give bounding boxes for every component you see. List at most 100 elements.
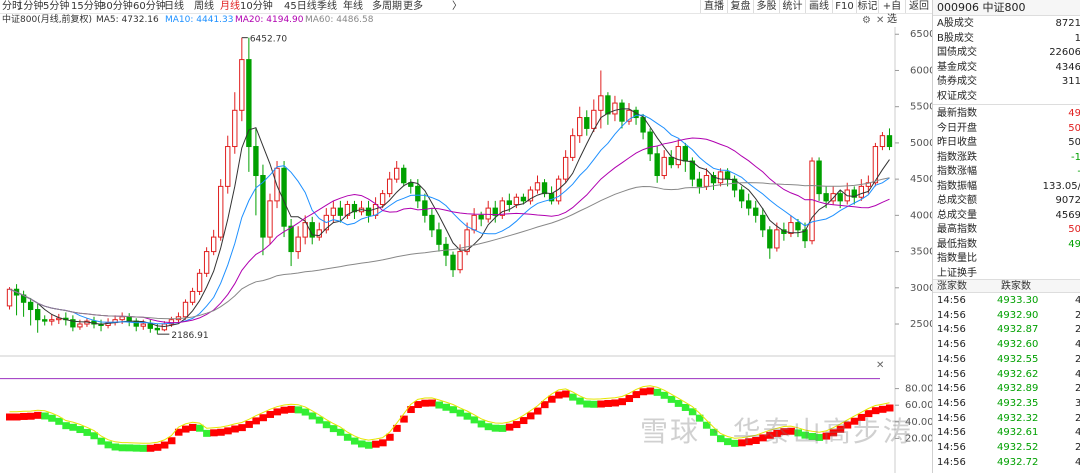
period-tab-3[interactable]: 15分钟 (71, 1, 104, 13)
candle-body (668, 156, 674, 166)
period-tab-14[interactable]: 更多 (403, 1, 423, 13)
indicator-bar (132, 444, 141, 452)
kline-chart[interactable]: 6500 6000 5500 5000 4500 4000 3500 3000 2500 6452… (0, 27, 935, 473)
quote-row: 总成交额 9072 (933, 194, 1080, 209)
tick-row: 14:56 4932.90 2 (933, 309, 1080, 322)
indicator-bar (83, 428, 91, 436)
tick-row: 14:56 4932.35 3 (933, 397, 1080, 410)
indicator-bar (519, 417, 528, 425)
period-tab-1[interactable]: 1分钟 (17, 1, 43, 13)
candle-body (429, 214, 435, 231)
indicator-bar (878, 405, 887, 413)
period-tab-8[interactable]: 月线 (220, 1, 240, 13)
indicator-bar (146, 444, 155, 452)
ma10-line (9, 114, 890, 325)
quote-row-value: 9072 (1055, 195, 1080, 206)
indicator-bar (773, 429, 781, 437)
indicator-bar (315, 416, 324, 424)
quote-row-label: 指数涨跌 (937, 151, 977, 163)
quote-row: 国债成交 22606 (933, 46, 1080, 61)
quote-row-label: 昨日收盘 (937, 137, 977, 148)
period-tab-11[interactable]: 季线 (317, 1, 337, 13)
period-tab-9[interactable]: 10分钟 (240, 1, 273, 13)
candle-body (267, 200, 273, 238)
toolbar-button-2[interactable]: 多股 (753, 0, 779, 13)
candle-body (119, 316, 125, 321)
candle-body (724, 171, 731, 180)
toolbar-button-4[interactable]: 画线 (805, 0, 832, 13)
toolbar-button-1[interactable]: 复盘 (727, 0, 753, 13)
candle-body (541, 182, 548, 195)
candle-body (379, 193, 386, 205)
toolbar-button-8[interactable]: 返回 (905, 0, 932, 13)
indicator-bar (189, 423, 197, 431)
indicator-axis-label: 80.00 (905, 384, 932, 395)
toolbar-button-6[interactable]: 标记 (856, 0, 878, 13)
indicator-bar (350, 437, 359, 445)
candle-body (422, 200, 428, 216)
tick-row: 14:56 4933.30 4 (933, 294, 1080, 307)
candle-body (239, 59, 245, 111)
indicator-bar (871, 407, 880, 415)
settings-gear-icon[interactable]: ⚙ (862, 16, 871, 26)
period-tab-4[interactable]: 30分钟 (100, 1, 133, 13)
indicator-bar (660, 391, 669, 399)
quote-row-label: 最新指数 (937, 108, 977, 119)
tick-price: 4933.30 (997, 295, 1039, 306)
indicator-bar (6, 413, 14, 421)
candle-body (401, 167, 407, 184)
quote-row-value: 4346 (1055, 61, 1080, 73)
tick-time: 14:56 (937, 339, 966, 351)
more-chevron-icon[interactable]: 〉 (452, 1, 462, 13)
tick-row: 14:56 4932.87 2 (933, 323, 1080, 336)
chart-area[interactable]: 6500 6000 5500 5000 4500 4000 3500 3000 2500 6452… (0, 27, 935, 473)
candle-body (77, 323, 83, 328)
period-tab-2[interactable]: 5分钟 (43, 1, 69, 13)
candle-body (605, 95, 611, 115)
toolbar-button-3[interactable]: 统计 (779, 0, 805, 13)
candle-body (746, 200, 752, 209)
tick-price: 4932.62 (997, 368, 1039, 380)
candle-body (295, 236, 301, 253)
tick-row: 14:56 4932.55 2 (933, 353, 1080, 366)
indicator-bar (653, 388, 662, 396)
candle-body (210, 236, 217, 253)
period-tab-10[interactable]: 45日线 (284, 1, 317, 13)
indicator-bar (463, 412, 472, 420)
indicator-bar (118, 444, 127, 452)
period-tab-12[interactable]: 年线 (343, 1, 363, 13)
candle-body (140, 323, 146, 327)
tick-time: 14:56 (937, 309, 966, 321)
breadth-header: 涨家数 跌家数 (933, 279, 1080, 293)
candle-body (330, 207, 337, 216)
indicator-bar (681, 403, 690, 411)
quote-row-label: 最低指数 (937, 238, 977, 250)
ma20-line (9, 137, 890, 324)
candle-body (288, 225, 294, 253)
period-tab-6[interactable]: 日线 (164, 1, 184, 13)
indicator-bar (97, 437, 106, 445)
ma10-value: MA10: 4441.33 (165, 15, 234, 25)
close-icon[interactable]: ✕ (876, 16, 884, 26)
tick-row: 14:56 4932.89 2 (933, 382, 1080, 395)
candle-body (225, 146, 231, 187)
toolbar-button-5[interactable]: F10 (832, 0, 856, 13)
candle-body (415, 185, 421, 202)
indicator-bar (590, 400, 598, 408)
candle-body (478, 214, 484, 220)
indicator-bar (414, 401, 422, 409)
candle-body (837, 193, 843, 202)
period-tab-7[interactable]: 周线 (194, 1, 214, 13)
indicator-bar (667, 395, 676, 403)
ma5-value: MA5: 4732.16 (96, 15, 159, 25)
toolbar-button-0[interactable]: 直播 (700, 0, 727, 13)
ma5-line (9, 108, 890, 328)
candle-body (485, 207, 491, 220)
indicator-bar (780, 428, 788, 436)
toolbar-button-7[interactable]: +自选 (878, 0, 905, 25)
period-tab-13[interactable]: 多周期 (372, 1, 402, 13)
period-tab-5[interactable]: 60分钟 (133, 1, 166, 13)
tick-volume: 4 (1075, 456, 1080, 469)
indicator-bar (69, 423, 77, 431)
candle-body (879, 135, 886, 148)
